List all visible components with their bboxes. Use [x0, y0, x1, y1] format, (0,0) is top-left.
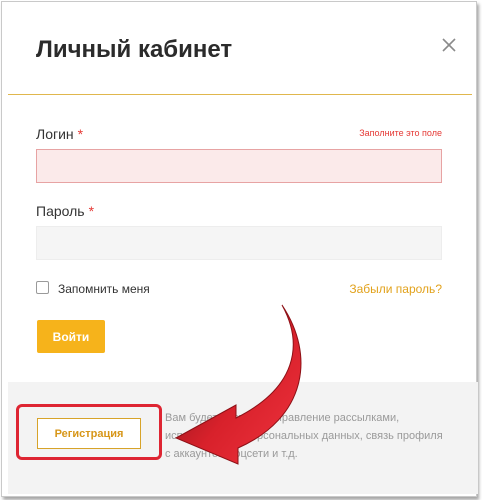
red-arrow-icon [174, 304, 302, 465]
